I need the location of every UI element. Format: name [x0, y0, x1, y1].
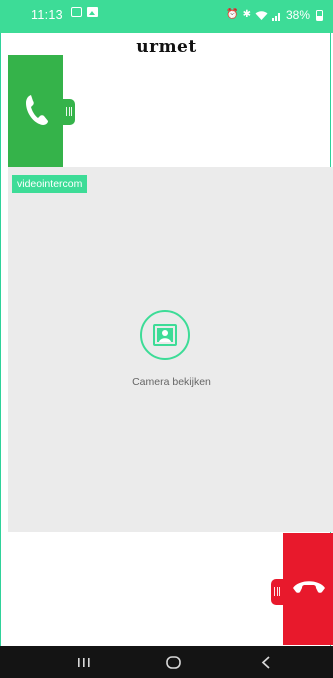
- back-icon: [261, 656, 270, 669]
- home-icon: [166, 656, 181, 669]
- wifi-icon: [255, 10, 268, 20]
- notification-icons: [71, 7, 98, 17]
- battery-percentage: 38%: [285, 8, 310, 22]
- answer-slider-handle[interactable]: [63, 99, 75, 125]
- view-camera-label: Camera bekijken: [132, 376, 211, 388]
- recent-apps-button[interactable]: [64, 652, 104, 672]
- alarm-icon: ⏰: [226, 9, 239, 20]
- status-time: 11:13: [31, 8, 63, 22]
- battery-icon: [316, 9, 323, 21]
- home-button[interactable]: [154, 652, 194, 672]
- system-icons: ⏰ ✱ 38%: [226, 8, 323, 22]
- camera-view-icon: [153, 324, 177, 346]
- brand-logo: urmet: [136, 37, 197, 57]
- grip-icon: [274, 587, 280, 596]
- hangup-slider-handle[interactable]: [271, 579, 283, 605]
- message-box-icon: [71, 7, 82, 17]
- navigation-bar: [0, 646, 333, 678]
- image-notification-icon: [87, 7, 98, 17]
- status-bar: 11:13 ⏰ ✱ 38%: [0, 0, 333, 33]
- video-source-label: videointercom: [12, 175, 88, 193]
- answer-call-slider[interactable]: [8, 55, 63, 167]
- recent-apps-icon: [78, 658, 90, 667]
- phone-answer-icon: [26, 95, 48, 125]
- grip-icon: [66, 107, 72, 116]
- view-camera-button[interactable]: [140, 310, 190, 360]
- signal-icon: [271, 12, 280, 21]
- vibrate-icon: ✱: [242, 9, 251, 20]
- hangup-call-slider[interactable]: [283, 533, 333, 645]
- back-button[interactable]: [246, 652, 286, 672]
- phone-hangup-icon: [293, 581, 325, 593]
